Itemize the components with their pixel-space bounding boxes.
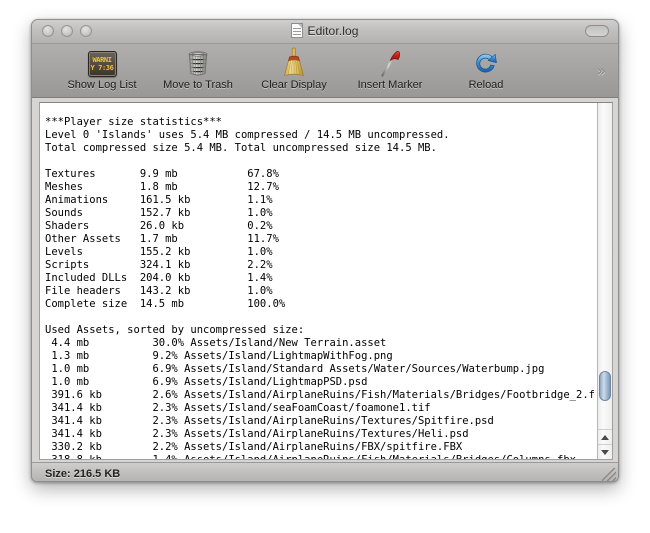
- log-text-pane[interactable]: ***Player size statistics*** Level 0 'Is…: [39, 102, 613, 460]
- vertical-scrollbar[interactable]: [597, 103, 612, 459]
- red-flag-icon: [377, 46, 403, 77]
- move-to-trash-button[interactable]: Move to Trash: [150, 46, 246, 91]
- resize-grip-icon[interactable]: [602, 468, 616, 481]
- chevron-up-icon: [601, 434, 609, 440]
- clear-display-button[interactable]: Clear Display: [246, 46, 342, 91]
- reload-label: Reload: [468, 79, 504, 91]
- file-size-label: Size: 216.5 KB: [45, 467, 121, 480]
- toolbar-items: WARNI Y 7:36 Show Log List Move to Trash…: [54, 46, 534, 91]
- toolbar: WARNI Y 7:36 Show Log List Move to Trash…: [32, 44, 618, 98]
- lcd-line-2: Y 7:36: [90, 63, 114, 72]
- show-log-list-button[interactable]: WARNI Y 7:36 Show Log List: [54, 46, 150, 91]
- status-bar: Size: 216.5 KB: [32, 462, 618, 481]
- document-icon: [291, 23, 304, 38]
- window-titlebar[interactable]: Editor.log: [32, 20, 618, 44]
- window-title-group: Editor.log: [32, 23, 618, 38]
- scroll-up-button[interactable]: [598, 429, 612, 444]
- warning-display-icon: WARNI Y 7:36: [87, 46, 117, 77]
- log-viewer-window: Editor.log WARNI Y 7:36 Show Log List Mo…: [31, 19, 619, 482]
- reload-button[interactable]: Reload: [438, 46, 534, 91]
- scrollbar-thumb[interactable]: [599, 371, 611, 401]
- insert-marker-button[interactable]: Insert Marker: [342, 46, 438, 91]
- log-text: ***Player size statistics*** Level 0 'Is…: [45, 115, 596, 460]
- screen: Editor.log WARNI Y 7:36 Show Log List Mo…: [0, 0, 650, 533]
- broom-icon: [281, 46, 307, 77]
- show-log-list-label: Show Log List: [67, 79, 137, 91]
- content-area: ***Player size statistics*** Level 0 'Is…: [32, 98, 618, 462]
- insert-marker-label: Insert Marker: [357, 79, 423, 91]
- move-to-trash-label: Move to Trash: [163, 79, 233, 91]
- toolbar-overflow-icon[interactable]: »: [597, 64, 606, 79]
- clear-display-label: Clear Display: [261, 79, 327, 91]
- chevron-down-icon: [601, 449, 609, 455]
- trash-can-icon: [186, 46, 210, 77]
- lcd-line-1: WARNI: [92, 55, 112, 64]
- reload-circular-arrow-icon: [473, 46, 499, 77]
- scrollbar-track[interactable]: [598, 103, 612, 430]
- window-title: Editor.log: [307, 23, 359, 38]
- toolbar-toggle-button[interactable]: [585, 25, 609, 37]
- scroll-down-button[interactable]: [598, 444, 612, 459]
